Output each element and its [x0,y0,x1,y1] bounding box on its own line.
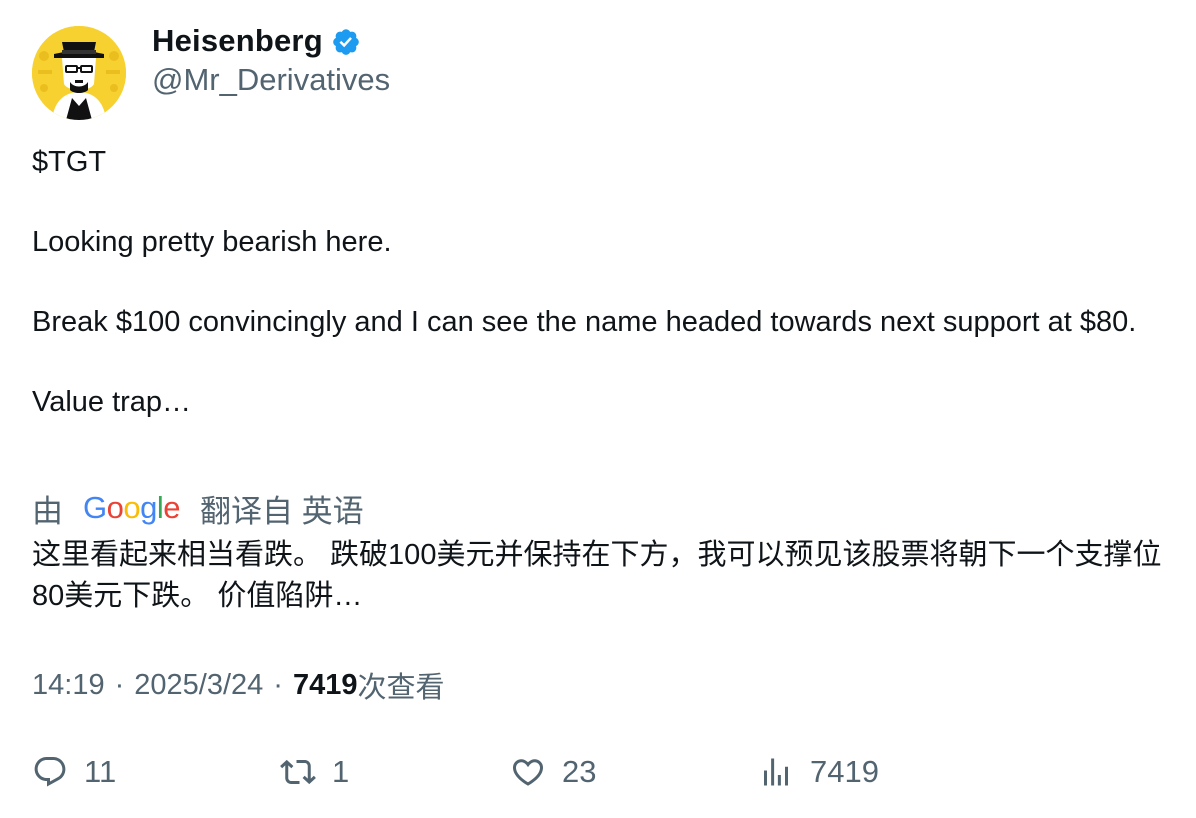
meta-separator: · [114,668,125,701]
like-count: 23 [562,754,597,789]
tweet-time[interactable]: 14:19 [32,669,105,702]
views-button[interactable]: 7419 [758,750,879,794]
reply-icon [34,757,66,787]
analytics-icon [764,758,788,786]
action-bar: 11 1 23 7419 [32,750,1132,794]
retweet-icon [280,759,316,785]
translation-suffix[interactable]: 翻译自 英语 [200,486,364,531]
reply-count: 11 [84,754,117,789]
tweet-paragraph: Looking pretty bearish here. [32,226,392,258]
reply-button[interactable]: 11 [32,750,116,794]
handle[interactable]: @Mr_Derivatives [152,62,390,98]
retweet-count: 1 [332,754,350,789]
user-block: Heisenberg @Mr_Derivatives [152,23,390,98]
avatar[interactable] [32,26,126,120]
tweet-paragraph: Value trap… [32,386,192,418]
heart-icon [512,759,544,786]
views-count[interactable]: 7419 [293,669,358,702]
tweet-paragraph-ticker[interactable]: $TGT [32,142,1162,182]
views-action-count: 7419 [810,754,879,789]
translation-prefix: 由 [32,493,63,529]
heisenberg-avatar-icon [32,26,126,120]
tweet-header: Heisenberg @Mr_Derivatives [32,23,390,120]
meta-separator: · [273,668,283,701]
translation-attribution: 由 Google 翻译自 英语 [32,486,364,530]
tweet-meta: 14:19 · 2025/3/24 · 7419 次查看 [32,663,444,707]
views-label: 次查看 [357,672,445,704]
tweet-date[interactable]: 2025/3/24 [134,669,263,702]
tweet-paragraph: Break $100 convincingly and I can see th… [32,306,1137,338]
tweet-text: $TGT Looking pretty bearish here. Break … [32,142,1162,422]
google-logo-icon: Google [83,490,181,525]
name-row: Heisenberg [152,23,390,59]
retweet-button[interactable]: 1 [280,750,349,794]
verified-badge-icon [333,29,359,55]
translated-text: 这里看起来相当看跌。 跌破100美元并保持在下方，我可以预见该股票将朝下一个支撑… [32,539,1162,612]
display-name[interactable]: Heisenberg [152,23,323,59]
like-button[interactable]: 23 [510,750,596,794]
